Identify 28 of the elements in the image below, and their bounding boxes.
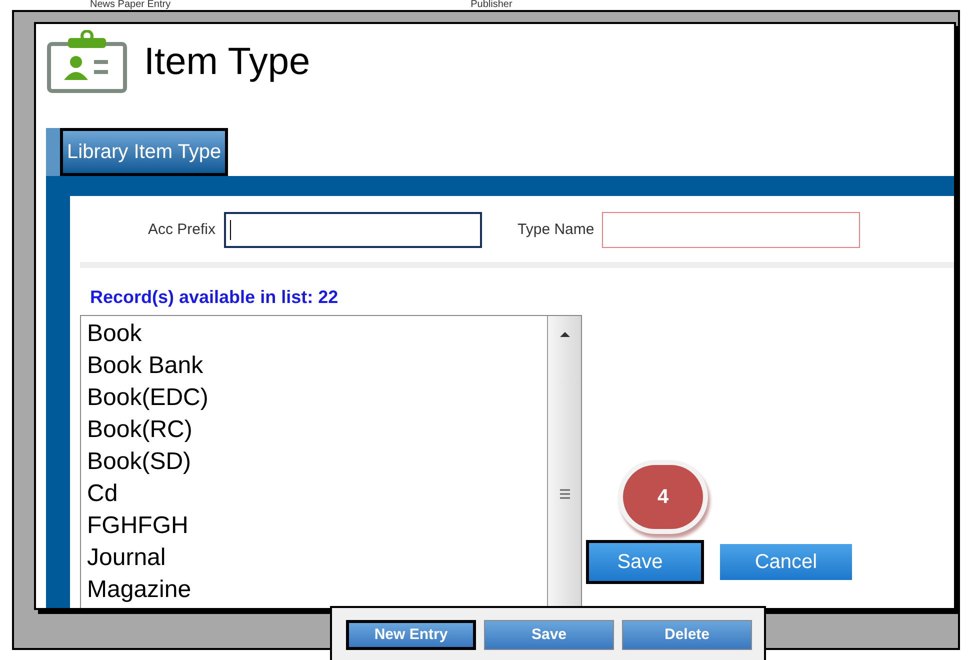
list-item[interactable]: Book [87, 318, 547, 350]
scroll-up-icon[interactable] [558, 330, 570, 338]
list-item[interactable]: Book Bank [87, 350, 547, 382]
background-text: Publisher [470, 0, 512, 10]
text-cursor [230, 220, 231, 240]
text-field[interactable] [224, 212, 482, 248]
grip-icon [558, 488, 570, 500]
dialog-button[interactable]: Cancel [720, 544, 852, 580]
records-caption: Record(s) available in list: 22 [90, 286, 340, 309]
step-number: 4 [623, 465, 703, 529]
list-item[interactable]: Book(SD) [87, 446, 547, 478]
background-text: News Paper Entry [90, 0, 171, 10]
field-label: Acc Prefix [148, 220, 216, 240]
tab-strip [46, 128, 60, 176]
text-field[interactable] [602, 212, 860, 248]
list-item[interactable]: Cd [87, 478, 547, 510]
list-item[interactable]: FGHFGH [87, 510, 547, 542]
list-item[interactable]: Book(EDC) [87, 382, 547, 414]
scrollbar[interactable] [547, 316, 581, 608]
list-item[interactable]: Book(RC) [87, 414, 547, 446]
list-item[interactable]: Journal [87, 542, 547, 574]
dialog-button[interactable]: Save [586, 540, 704, 584]
tab[interactable]: Library Item Type [60, 128, 228, 176]
field-label: Type Name [518, 220, 594, 240]
window-title: Item Type [144, 40, 310, 84]
list-box[interactable]: Book Book Bank Book(EDC) Book(RC) Book(SD) Cd FGHFGH Journal Magazine [80, 315, 582, 608]
list-item[interactable]: Magazine [87, 574, 547, 606]
id-badge-icon [46, 30, 128, 94]
